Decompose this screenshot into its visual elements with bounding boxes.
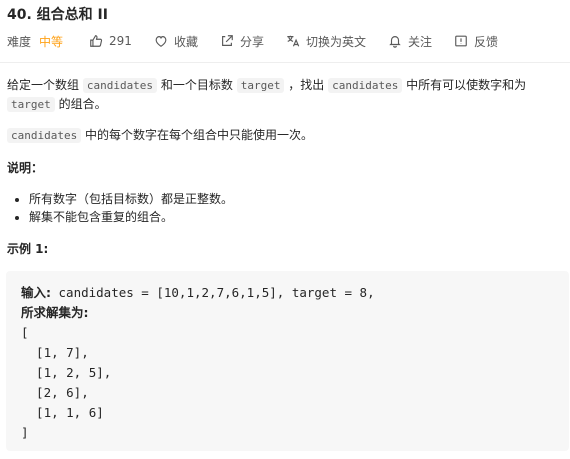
feedback-label: 反馈 [474,34,499,49]
translate-icon [287,35,300,47]
description-paragraph-1: 给定一个数组 candidates 和一个目标数 target ，找出 cand… [7,76,567,114]
code-line: [1, 7], [21,345,89,360]
thumbs-up-icon [90,35,103,47]
heart-icon [155,36,167,47]
bell-icon [389,36,401,48]
code-line: [2, 6], [21,385,89,400]
follow-label: 关注 [407,34,432,49]
note-heading: 说明： [7,161,44,175]
list-item: 解集不能包含重复的组合。 [29,208,233,226]
inline-code: candidates [82,78,158,93]
favorite-button[interactable]: 收藏 [154,33,198,50]
inline-code: candidates [328,78,403,93]
code-line: [1, 2, 5], [21,365,112,380]
share-label: 分享 [239,34,264,49]
switch-language-button[interactable]: 切换为英文 [286,33,366,50]
feedback-button[interactable]: 反馈 [454,33,498,50]
inline-code: target [236,78,285,93]
text: 中的每个数字在每个组合中只能使用一次。 [81,128,314,142]
input-label: 输入: [21,285,51,300]
example-pre: 输入: candidates = [10,1,2,7,6,1,5], targe… [21,283,375,443]
text: ，找出 [284,78,329,92]
share-button[interactable]: 分享 [220,33,264,50]
difficulty-badge: 中等 [39,34,64,49]
code-line: [ [21,325,29,340]
favorite-label: 收藏 [173,34,198,49]
code-line: ] [21,425,29,440]
feedback-icon [455,35,467,47]
text: 给定一个数组 [7,78,83,92]
problem-meta-bar: 难度 中等 291 收藏 分享 切换为英文 关注 反馈 [7,32,498,50]
like-button[interactable]: 291 [89,34,132,48]
problem-title: 40. 组合总和 II [7,7,108,23]
text: 中所有可以使数字和为 [402,78,527,92]
inline-code: target [7,97,55,112]
code-line: [1, 1, 6] [21,405,104,420]
input-text: candidates = [10,1,2,7,6,1,5], target = … [51,285,375,300]
difficulty-label: 难度 [7,34,32,49]
inline-code: candidates [7,128,82,143]
share-icon [222,35,233,46]
list-item: 所有数字（包括目标数）都是正整数。 [29,190,233,208]
text: 的组合。 [54,97,107,111]
follow-button[interactable]: 关注 [388,33,432,50]
example-code-block: 输入: candidates = [10,1,2,7,6,1,5], targe… [6,271,569,451]
text: 和一个目标数 [157,78,237,92]
switch-language-label: 切换为英文 [305,34,366,49]
output-label: 所求解集为: [21,305,89,320]
note-list: 所有数字（包括目标数）都是正整数。 解集不能包含重复的组合。 [7,190,233,226]
example-heading: 示例 1: [7,242,49,256]
description-paragraph-2: candidates 中的每个数字在每个组合中只能使用一次。 [7,126,313,145]
like-count: 291 [109,34,132,48]
header-divider [0,62,570,63]
